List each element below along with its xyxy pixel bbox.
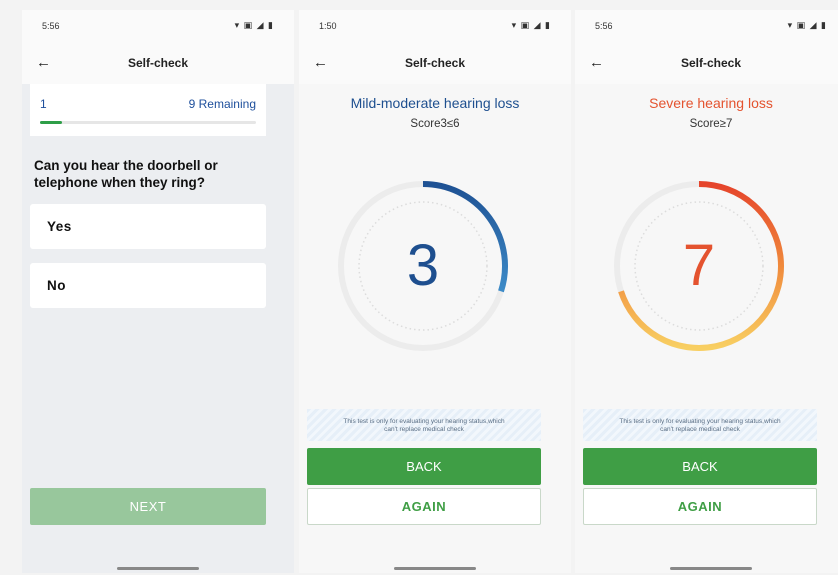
status-bar: 5:56 ▾ ▣ ◢ ▮ [575, 10, 838, 42]
question-screen: 5:56 ▾ ▣ ◢ ▮ ← Self-check 1 9 Remaining … [22, 10, 294, 573]
remaining-count: 9 Remaining [188, 97, 256, 111]
disclaimer-line-2: can't replace medical check [384, 426, 464, 433]
result-screen-mild: 1:50 ▾ ▣ ◢ ▮ ← Self-check Mild-moderate … [299, 10, 571, 573]
status-bar: 5:56 ▾ ▣ ◢ ▮ [22, 10, 294, 42]
again-button[interactable]: AGAIN [583, 488, 817, 525]
progress-track [40, 121, 256, 124]
app-bar: ← Self-check [22, 42, 294, 84]
page-title: Self-check [404, 56, 466, 70]
disclaimer-banner: This test is only for evaluating your he… [583, 409, 817, 441]
status-bar: 1:50 ▾ ▣ ◢ ▮ [299, 10, 571, 42]
status-time: 5:56 [595, 21, 613, 31]
disclaimer-banner: This test is only for evaluating your he… [307, 409, 541, 441]
current-question-number: 1 [40, 97, 47, 111]
score-value: 7 [682, 233, 716, 298]
disclaimer-line-1: This test is only for evaluating your he… [343, 418, 505, 425]
back-button[interactable]: BACK [307, 448, 541, 485]
page-title: Self-check [680, 56, 742, 70]
disclaimer-line-1: This test is only for evaluating your he… [619, 418, 781, 425]
question-text: Can you hear the doorbell or telephone w… [34, 158, 218, 190]
status-time: 5:56 [42, 21, 60, 31]
disclaimer-line-2: can't replace medical check [660, 426, 740, 433]
result-title: Mild-moderate hearing loss [350, 95, 520, 111]
option-yes[interactable]: Yes [30, 204, 266, 249]
result-title: Severe hearing loss [649, 95, 773, 111]
score-range: Score3≤6 [410, 118, 460, 130]
app-bar: ← Self-check [575, 42, 838, 84]
score-value: 3 [406, 233, 440, 298]
option-no[interactable]: No [30, 263, 266, 308]
app-bar: ← Self-check [299, 42, 571, 84]
status-icons: ▾ ▣ ◢ ▮ [511, 20, 551, 30]
gesture-bar [394, 567, 476, 570]
next-button[interactable]: NEXT [30, 488, 266, 525]
status-icons: ▾ ▣ ◢ ▮ [787, 20, 827, 30]
score-range: Score≥7 [689, 118, 733, 130]
gesture-bar [117, 567, 199, 570]
result-screen-severe: 5:56 ▾ ▣ ◢ ▮ ← Self-check Severe hearing… [575, 10, 838, 573]
again-button[interactable]: AGAIN [307, 488, 541, 525]
progress-card: 1 9 Remaining [30, 84, 266, 136]
gesture-bar [670, 567, 752, 570]
status-time: 1:50 [319, 21, 337, 31]
page-title: Self-check [127, 56, 189, 70]
score-gauge: 7 [608, 175, 790, 357]
back-button[interactable]: BACK [583, 448, 817, 485]
score-gauge: 3 [332, 175, 514, 357]
progress-fill [40, 121, 62, 124]
status-icons: ▾ ▣ ◢ ▮ [234, 20, 274, 30]
